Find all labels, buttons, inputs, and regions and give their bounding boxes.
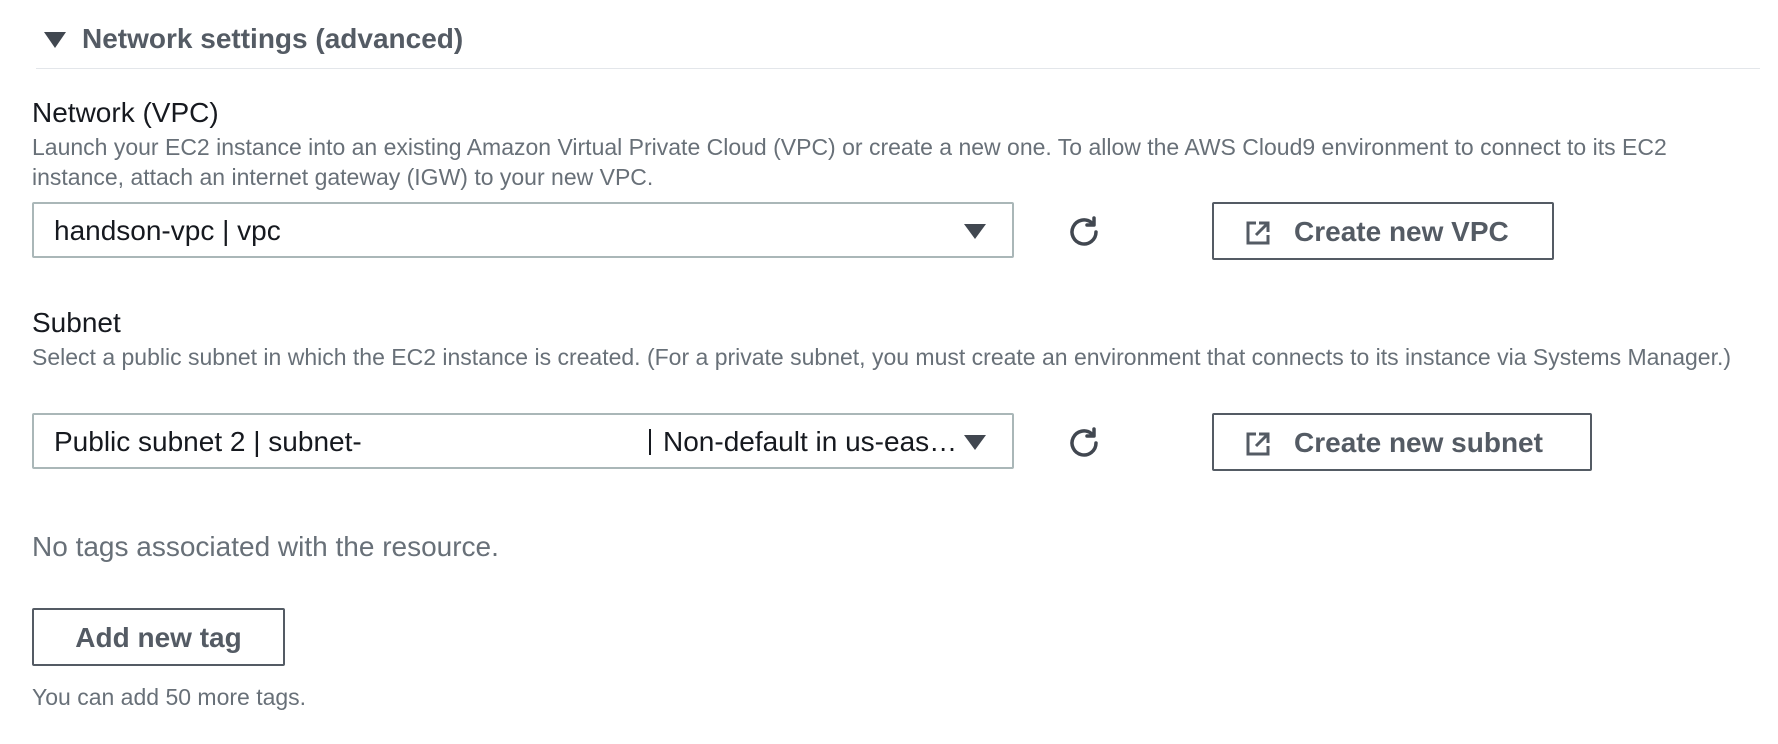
caret-down-icon[interactable] bbox=[44, 32, 66, 48]
add-new-tag-label: Add new tag bbox=[75, 622, 242, 653]
create-new-vpc-button[interactable]: Create new VPC bbox=[1212, 202, 1554, 260]
external-link-icon bbox=[1246, 221, 1270, 245]
vpc-select-value: handson-vpc | vpc bbox=[54, 215, 281, 246]
subnet-select-value: Public subnet 2 | subnet- bbox=[54, 426, 362, 457]
network-settings-section-header[interactable]: Network settings (advanced) bbox=[36, 18, 1760, 69]
subnet-label: Subnet bbox=[32, 307, 121, 338]
tags-remaining-hint: You can add 50 more tags. bbox=[32, 684, 307, 710]
create-new-subnet-label: Create new subnet bbox=[1294, 427, 1543, 458]
section-title[interactable]: Network settings (advanced) bbox=[82, 22, 463, 56]
subnet-description: Select a public subnet in which the EC2 … bbox=[32, 344, 1732, 370]
create-new-subnet-button[interactable]: Create new subnet bbox=[1212, 413, 1592, 471]
vpc-description: Launch your EC2 instance into an existin… bbox=[32, 134, 1667, 190]
refresh-icon[interactable] bbox=[1064, 423, 1104, 463]
add-new-tag-button[interactable]: Add new tag bbox=[32, 608, 285, 666]
external-link-icon bbox=[1246, 432, 1270, 456]
subnet-select[interactable]: Public subnet 2 | subnet- Non-default in… bbox=[32, 413, 1014, 469]
vpc-label: Network (VPC) bbox=[32, 97, 219, 128]
vpc-select[interactable]: handson-vpc | vpc bbox=[32, 202, 1014, 258]
caret-down-icon bbox=[964, 224, 986, 239]
create-new-vpc-label: Create new VPC bbox=[1294, 216, 1509, 247]
no-tags-message: No tags associated with the resource. bbox=[32, 531, 499, 562]
refresh-icon[interactable] bbox=[1064, 212, 1104, 252]
subnet-select-detail: Non-default in us-eas… bbox=[649, 428, 957, 456]
caret-down-icon bbox=[964, 435, 986, 450]
